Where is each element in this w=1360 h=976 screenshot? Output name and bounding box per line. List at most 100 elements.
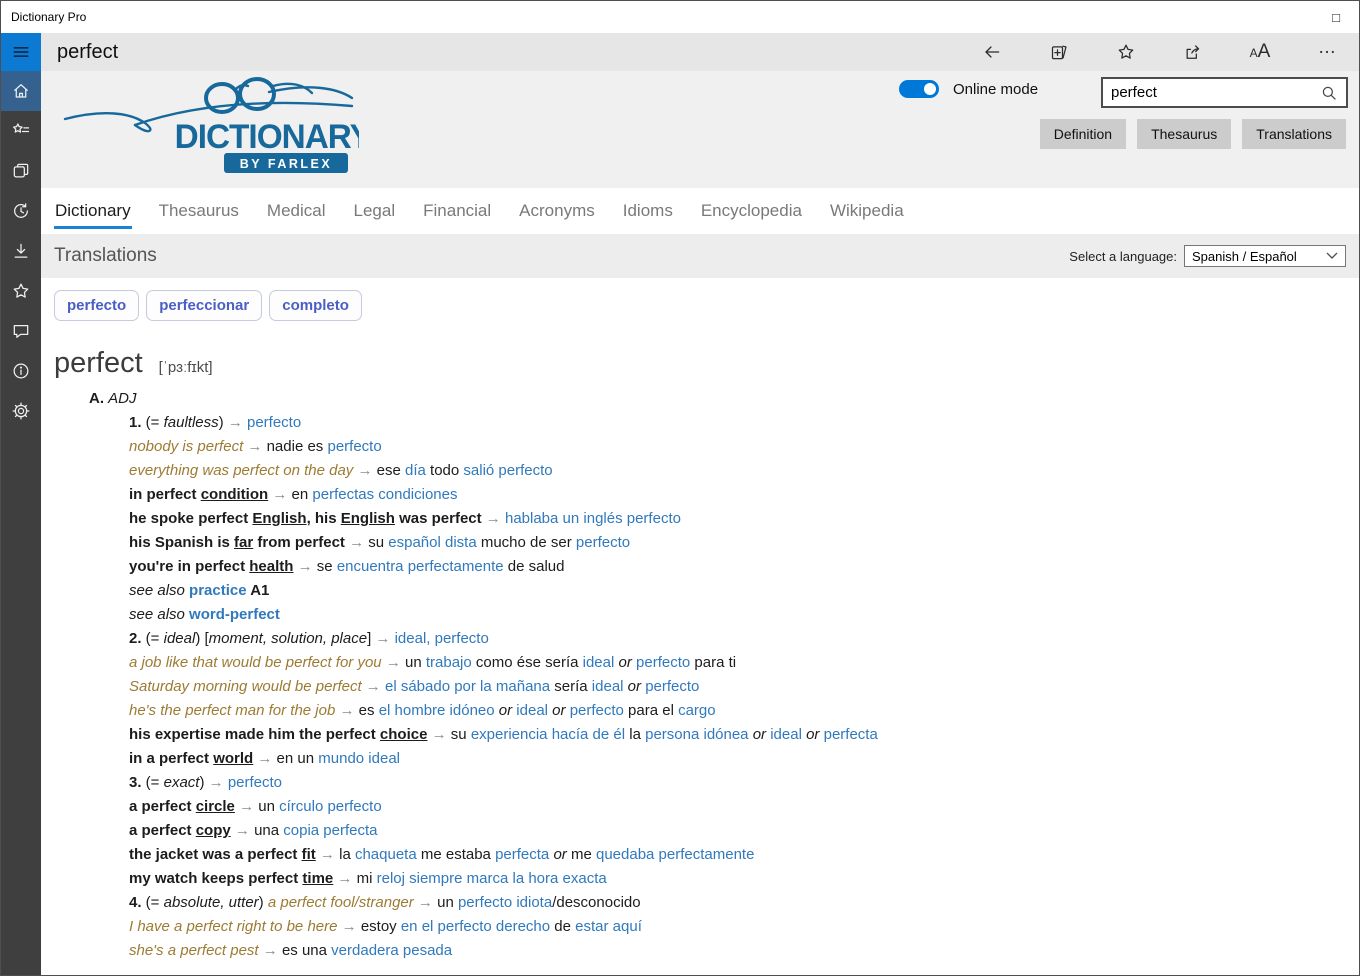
tab-encyclopedia[interactable]: Encyclopedia	[700, 193, 803, 229]
translation-chip-completo[interactable]: completo	[269, 290, 362, 321]
translation-link[interactable]: copia perfecta	[283, 822, 377, 839]
translations-button[interactable]: Translations	[1242, 119, 1346, 149]
translation-link[interactable]: perfecto	[228, 774, 282, 791]
tab-idioms[interactable]: Idioms	[622, 193, 674, 229]
translation-link[interactable]: persona idónea	[645, 726, 748, 743]
text-segment: or	[495, 702, 517, 719]
definition-line: see also practice A1	[129, 579, 1359, 603]
translation-link[interactable]: el sábado por la mañana	[385, 678, 550, 695]
more-icon	[1317, 42, 1337, 62]
translation-link[interactable]: ideal	[583, 654, 615, 671]
language-select[interactable]: Spanish / Español	[1184, 245, 1346, 267]
translation-link[interactable]: día	[405, 462, 426, 479]
definition-button[interactable]: Definition	[1040, 119, 1126, 149]
text-segment: →	[335, 702, 358, 719]
definition-line: see also word-perfect	[129, 603, 1359, 627]
sidebar-item-word-list[interactable]	[1, 111, 41, 151]
text-segment: world	[213, 750, 253, 767]
translation-chip-perfecto[interactable]: perfecto	[54, 290, 139, 321]
translation-link[interactable]: perfecta	[824, 726, 878, 743]
thesaurus-button[interactable]: Thesaurus	[1137, 119, 1231, 149]
translation-link[interactable]: perfecto	[327, 438, 381, 455]
text-segment: 4.	[129, 894, 142, 911]
sidebar-item-favorites[interactable]	[1, 271, 41, 311]
add-to-flashcards-button[interactable]	[1039, 35, 1079, 69]
sidebar-item-downloads[interactable]	[1, 231, 41, 271]
online-mode-toggle[interactable]	[899, 80, 939, 98]
translation-link[interactable]: estar aquí	[575, 918, 642, 935]
dictionary-tabs: Dictionary Thesaurus Medical Legal Financial…	[41, 188, 1359, 234]
translation-link[interactable]: perfecto	[570, 702, 624, 719]
sidebar-item-about[interactable]	[1, 351, 41, 391]
translation-link[interactable]: encuentra perfectamente	[337, 558, 504, 575]
favorite-button[interactable]	[1106, 35, 1146, 69]
translation-link[interactable]: mundo ideal	[318, 750, 400, 767]
translation-link[interactable]: perfecto	[247, 414, 301, 431]
online-mode-label: Online mode	[953, 81, 1038, 98]
text-segment: →	[414, 894, 437, 911]
tab-medical[interactable]: Medical	[266, 193, 327, 229]
text-segment: un	[405, 654, 426, 671]
text-segment: see also	[129, 606, 189, 623]
text-segment: everything was perfect on the day	[129, 462, 353, 479]
translation-link[interactable]: círculo perfecto	[279, 798, 382, 815]
translation-link[interactable]: ideal	[516, 702, 548, 719]
more-button[interactable]	[1307, 35, 1347, 69]
translation-link[interactable]: ideal, perfecto	[395, 630, 489, 647]
text-segment: →	[362, 678, 385, 695]
translation-link[interactable]: perfecto	[636, 654, 690, 671]
text-segment: un	[258, 798, 279, 815]
search-input[interactable]	[1103, 84, 1320, 101]
translation-link[interactable]: cargo	[678, 702, 716, 719]
sidebar-item-home[interactable]	[1, 71, 41, 111]
translation-chip-perfeccionar[interactable]: perfeccionar	[146, 290, 262, 321]
tab-dictionary[interactable]: Dictionary	[54, 193, 132, 229]
translation-link[interactable]: perfecto idiota	[458, 894, 552, 911]
translation-link[interactable]: salió perfecto	[463, 462, 552, 479]
text-segment: →	[333, 870, 356, 887]
menu-button[interactable]	[1, 33, 41, 71]
search-button[interactable]	[1320, 84, 1346, 102]
sidebar-item-feedback[interactable]	[1, 311, 41, 351]
translation-link[interactable]: ideal	[592, 678, 624, 695]
translation-link[interactable]: reloj siempre marca la hora exacta	[377, 870, 607, 887]
share-button[interactable]	[1173, 35, 1213, 69]
translation-link[interactable]: trabajo	[426, 654, 472, 671]
tab-thesaurus[interactable]: Thesaurus	[158, 193, 240, 229]
translation-link[interactable]: word-perfect	[189, 606, 280, 623]
tab-acronyms[interactable]: Acronyms	[518, 193, 596, 229]
translation-link[interactable]: experiencia hacía de él	[471, 726, 625, 743]
translation-link[interactable]: en el perfecto derecho	[401, 918, 550, 935]
definition-line: he spoke perfect English, his English wa…	[129, 507, 1359, 531]
translation-link[interactable]: quedaba perfectamente	[596, 846, 754, 863]
translation-link[interactable]: ideal	[770, 726, 802, 743]
translation-link[interactable]: español dista	[388, 534, 476, 551]
text-segment: su	[368, 534, 388, 551]
sidebar-item-flashcards[interactable]	[1, 151, 41, 191]
text-segment: para el	[624, 702, 678, 719]
back-button[interactable]	[972, 35, 1012, 69]
text-segment: →	[293, 558, 316, 575]
translation-link[interactable]: perfecto	[576, 534, 630, 551]
text-segment: mucho de ser	[477, 534, 576, 551]
tab-financial[interactable]: Financial	[422, 193, 492, 229]
translation-link[interactable]: perfecto	[645, 678, 699, 695]
translation-link[interactable]: el hombre idóneo	[379, 702, 495, 719]
sidebar-item-settings[interactable]	[1, 391, 41, 431]
translation-link[interactable]: verdadera pesada	[331, 942, 452, 959]
language-value: Spanish / Español	[1192, 249, 1297, 264]
translation-link[interactable]: perfecta	[495, 846, 549, 863]
translation-link[interactable]: practice	[189, 582, 247, 599]
tab-legal[interactable]: Legal	[353, 193, 397, 229]
sidebar-item-history[interactable]	[1, 191, 41, 231]
maximize-button[interactable]: □	[1313, 1, 1359, 33]
translation-link[interactable]: chaqueta	[355, 846, 417, 863]
text-segment: )	[199, 774, 208, 791]
translation-link[interactable]: hablaba un inglés perfecto	[505, 510, 681, 527]
translation-link[interactable]: perfectas condiciones	[312, 486, 457, 503]
text-segment: →	[353, 462, 376, 479]
text-segment: →	[231, 822, 254, 839]
text-segment: he's the perfect man for the job	[129, 702, 335, 719]
tab-wikipedia[interactable]: Wikipedia	[829, 193, 905, 229]
text-size-button[interactable]: AA	[1240, 35, 1280, 69]
